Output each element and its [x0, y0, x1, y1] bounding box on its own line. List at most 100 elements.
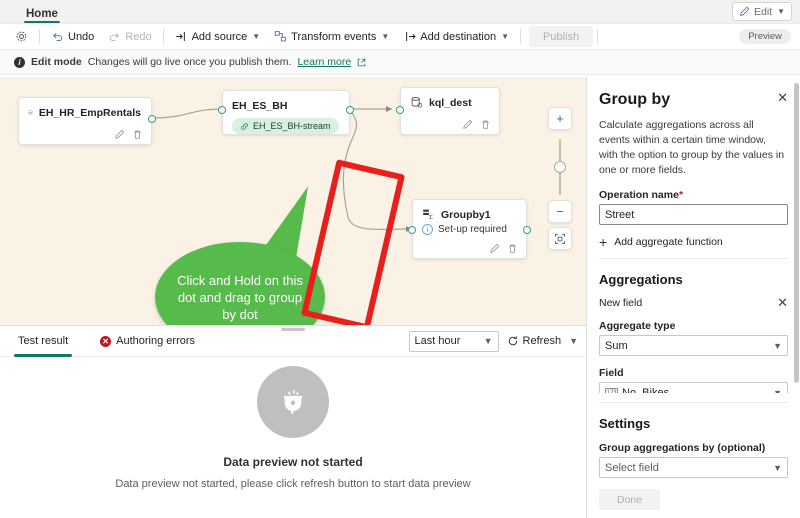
add-source-button[interactable]: Add source ▼: [168, 26, 268, 48]
edit-icon[interactable]: [489, 243, 500, 254]
close-icon[interactable]: ✕: [777, 91, 788, 104]
workspace: EH_HR_EmpRentals EH_ES_BH EH_ES_BH-strea…: [0, 77, 800, 518]
edit-icon[interactable]: [462, 119, 473, 130]
canvas-zoom-controls: + −: [548, 107, 572, 254]
group-aggregations-value: Select field: [605, 461, 659, 474]
node-groupby1[interactable]: Σ Groupby1 i Set-up required: [408, 199, 531, 259]
panel-description: Calculate aggregations across all events…: [599, 119, 785, 176]
add-source-label: Add source: [191, 30, 248, 43]
callout-text: Click and Hold on this dot and drag to g…: [177, 272, 303, 322]
error-icon: ✕: [100, 335, 112, 347]
group-aggregations-select[interactable]: Select field ▼: [599, 457, 788, 478]
undo-label: Undo: [68, 30, 95, 43]
edit-button-label: Edit: [753, 5, 773, 18]
node-actions: [462, 119, 491, 130]
stream-badge: EH_ES_BH-stream: [232, 118, 339, 134]
tab-authoring-errors[interactable]: ✕ Authoring errors: [100, 335, 195, 347]
edit-mode-button[interactable]: Edit ▼: [731, 2, 792, 21]
zoom-slider-thumb[interactable]: [554, 161, 566, 173]
node-status-label: Set-up required: [438, 224, 507, 235]
add-destination-icon: [406, 32, 416, 41]
pencil-icon: [740, 6, 750, 16]
output-port[interactable]: [346, 106, 354, 114]
node-kql-dest[interactable]: kql_dest: [396, 87, 500, 135]
data-preview-glyph: [283, 390, 303, 414]
empty-state-subtitle: Data preview not started, please click r…: [115, 478, 471, 490]
panel-scrollbar[interactable]: [794, 83, 799, 383]
tab-home[interactable]: Home: [18, 6, 66, 23]
node-title: EH_HR_EmpRentals: [38, 106, 141, 119]
fit-to-screen-icon: [555, 233, 565, 244]
chevron-down-icon: ▼: [777, 7, 785, 16]
settings-button[interactable]: [8, 26, 35, 48]
redo-icon: [110, 33, 120, 42]
divider: [520, 29, 522, 44]
edit-mode-banner: i Edit mode Changes will go live once yo…: [0, 50, 800, 75]
node-title: EH_ES_BH: [232, 100, 288, 112]
required-asterisk: *: [678, 189, 684, 201]
divider: [162, 29, 164, 44]
group-aggregations-label: Group aggregations by (optional): [599, 442, 766, 454]
refresh-icon: [508, 336, 517, 346]
delete-icon[interactable]: [132, 129, 143, 140]
bottom-tabs: Test result ✕ Authoring errors Last hour…: [0, 326, 586, 357]
zoom-in-button[interactable]: +: [548, 107, 572, 130]
chevron-down-icon: ▼: [773, 462, 782, 473]
transform-events-button[interactable]: Transform events ▼: [267, 26, 396, 48]
input-port[interactable]: [408, 226, 416, 234]
input-port[interactable]: [396, 106, 404, 114]
operation-name-value: Street: [605, 208, 635, 221]
divider: [597, 29, 599, 44]
group-by-panel: Group by ✕ Calculate aggregations across…: [586, 77, 800, 518]
chevron-down-icon[interactable]: ▼: [569, 336, 578, 346]
node-title: Groupby1: [441, 208, 491, 221]
time-range-value: Last hour: [414, 335, 461, 347]
settings-section-title: Settings: [599, 416, 651, 431]
ribbon-tabbar: Home Edit ▼: [0, 0, 800, 24]
tab-test-result[interactable]: Test result: [14, 326, 73, 357]
node-eh-es-bh[interactable]: EH_ES_BH EH_ES_BH-stream: [218, 90, 354, 135]
app-window: Home Edit ▼ Undo Redo Add source ▼ Trans…: [0, 0, 800, 518]
delete-icon[interactable]: [480, 119, 491, 130]
bottom-tools: Last hour ▼ Refresh ▼: [408, 330, 578, 352]
zoom-out-button[interactable]: −: [548, 200, 572, 223]
edit-mode-message: Changes will go live once you publish th…: [87, 56, 292, 68]
node-header: Σ Groupby1: [413, 200, 526, 221]
operation-name-input[interactable]: Street: [599, 204, 788, 225]
info-icon: i: [14, 56, 25, 68]
panel-title: Group by: [599, 91, 671, 108]
output-port[interactable]: [148, 115, 156, 123]
bottom-panel: Test result ✕ Authoring errors Last hour…: [0, 325, 586, 518]
transform-events-label: Transform events: [291, 30, 377, 43]
node-eh-hr-emprentals[interactable]: EH_HR_EmpRentals: [18, 97, 156, 145]
delete-icon[interactable]: [507, 243, 518, 254]
remove-field-icon[interactable]: ✕: [777, 296, 788, 309]
add-destination-button[interactable]: Add destination ▼: [396, 26, 516, 48]
chevron-down-icon: ▼: [773, 340, 782, 351]
output-port[interactable]: [523, 226, 531, 234]
edit-icon[interactable]: [114, 129, 125, 140]
node-actions: [489, 243, 518, 254]
learn-more-link[interactable]: Learn more: [297, 56, 351, 68]
undo-icon: [53, 33, 63, 42]
new-field-row: New field ✕: [599, 296, 788, 309]
node-header: kql_dest: [401, 88, 499, 109]
refresh-button[interactable]: Refresh: [507, 335, 561, 347]
zoom-slider[interactable]: [554, 139, 566, 195]
aggregate-type-label: Aggregate type: [599, 320, 676, 332]
empty-state-title: Data preview not started: [223, 455, 363, 469]
divider: [599, 402, 788, 403]
input-port[interactable]: [218, 106, 226, 114]
field-label: Field: [599, 367, 624, 379]
chevron-down-icon: ▼: [501, 32, 510, 41]
add-aggregate-function-button[interactable]: + Add aggregate function: [599, 235, 788, 249]
panel-header: Group by ✕: [587, 77, 800, 109]
add-source-icon: [175, 32, 185, 41]
fit-to-screen-button[interactable]: [548, 227, 572, 250]
done-button: Done: [599, 489, 661, 510]
time-range-select[interactable]: Last hour ▼: [408, 330, 499, 352]
plus-icon: +: [599, 234, 608, 250]
undo-button[interactable]: Undo: [44, 26, 101, 48]
aggregate-type-select[interactable]: Sum ▼: [599, 335, 788, 356]
eventstream-canvas[interactable]: EH_HR_EmpRentals EH_ES_BH EH_ES_BH-strea…: [0, 77, 586, 325]
